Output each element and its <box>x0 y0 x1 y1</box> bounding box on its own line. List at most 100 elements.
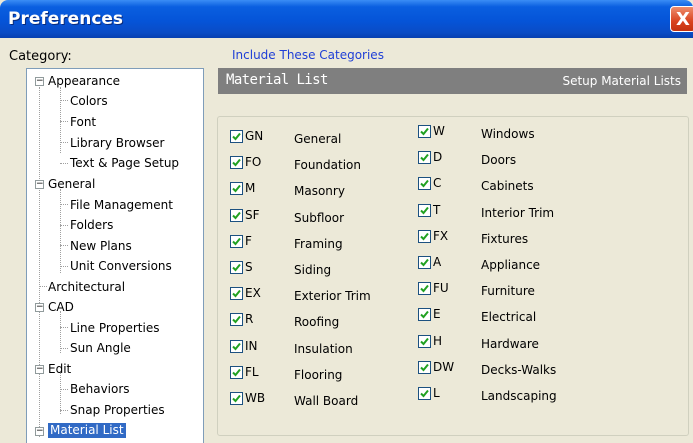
checkmark-icon <box>232 289 241 298</box>
tree-node-snap-properties[interactable]: Snap Properties <box>70 403 165 418</box>
tree-branch-line <box>60 372 61 414</box>
checkbox-code: IN <box>245 339 258 353</box>
category-name: General <box>294 132 342 146</box>
checkmark-icon <box>232 263 241 272</box>
expand-toggle-edit[interactable]: − <box>35 365 44 374</box>
checkbox-code: H <box>433 334 443 348</box>
tree-node-colors[interactable]: Colors <box>70 94 108 109</box>
tree-branch-line <box>60 189 61 273</box>
checkbox-box[interactable] <box>418 256 431 269</box>
checkbox-box[interactable] <box>418 230 431 243</box>
checkbox-box[interactable] <box>230 313 243 326</box>
checkbox-box[interactable] <box>418 204 431 217</box>
tree-node-font[interactable]: Font <box>70 115 96 130</box>
tree-node-cad[interactable]: CAD <box>48 300 74 315</box>
checkbox-box[interactable] <box>230 287 243 300</box>
checkbox-code: R <box>245 312 254 326</box>
checkbox-box[interactable] <box>418 361 431 374</box>
category-name: Masonry <box>294 184 345 198</box>
checkbox-box[interactable] <box>418 387 431 400</box>
tree-node-general[interactable]: General <box>48 177 95 192</box>
checkbox-box[interactable] <box>230 209 243 222</box>
tree-node-edit[interactable]: Edit <box>48 362 71 377</box>
checkbox-box[interactable] <box>230 366 243 379</box>
checkbox-box[interactable] <box>418 151 431 164</box>
category-name: Cabinets <box>481 179 534 193</box>
category-label: Category: <box>9 49 72 64</box>
tree-node-behaviors[interactable]: Behaviors <box>70 382 130 397</box>
category-name: Wall Board <box>294 394 359 408</box>
checkbox-code: EX <box>245 286 261 300</box>
checkbox-box[interactable] <box>230 235 243 248</box>
checkmark-icon <box>232 158 241 167</box>
checkbox-box[interactable] <box>230 340 243 353</box>
checkbox-code: M <box>245 181 256 195</box>
category-name: Windows <box>481 127 535 141</box>
tree-node-text-page-setup[interactable]: Text & Page Setup <box>70 156 179 171</box>
category-name: Insulation <box>294 342 353 356</box>
checkmark-icon <box>420 310 429 319</box>
category-name: Interior Trim <box>481 206 555 220</box>
expand-toggle-general[interactable]: − <box>35 180 44 189</box>
tree-node-file-management[interactable]: File Management <box>70 198 173 213</box>
category-name: Hardware <box>481 337 539 351</box>
group-label: Include These Categories <box>230 48 386 62</box>
checkbox-box[interactable] <box>230 392 243 405</box>
checkmark-icon <box>232 342 241 351</box>
expand-toggle-material-list[interactable]: − <box>35 427 44 436</box>
checkmark-icon <box>420 153 429 162</box>
checkbox-box[interactable] <box>418 177 431 190</box>
checkbox-code: F <box>245 234 252 248</box>
checkbox-box[interactable] <box>418 125 431 138</box>
checkbox-code: FU <box>433 281 449 295</box>
tree-node-material-list[interactable]: Material List <box>48 423 126 438</box>
checkbox-code: D <box>433 150 443 164</box>
tree-node-unit-conversions[interactable]: Unit Conversions <box>70 259 172 274</box>
checkbox-box[interactable] <box>230 156 243 169</box>
checkbox-box[interactable] <box>418 308 431 321</box>
tree-connector <box>60 142 68 143</box>
tree-node-architectural[interactable]: Architectural <box>48 280 125 295</box>
tree-node-new-plans[interactable]: New Plans <box>70 239 132 254</box>
checkbox-code: GN <box>245 129 264 143</box>
checkmark-icon <box>420 206 429 215</box>
tree-node-sun-angle[interactable]: Sun Angle <box>70 341 131 356</box>
tree-connector <box>60 348 68 349</box>
tree-node-folders[interactable]: Folders <box>70 218 113 233</box>
checkbox-code: L <box>433 386 440 400</box>
checkmark-icon <box>420 389 429 398</box>
checkmark-icon <box>232 368 241 377</box>
expand-toggle-cad[interactable]: − <box>35 303 44 312</box>
expand-toggle-appearance[interactable]: − <box>35 77 44 86</box>
tree-node-line-properties[interactable]: Line Properties <box>70 321 159 336</box>
checkbox-code: T <box>433 203 441 217</box>
category-name: Roofing <box>294 315 340 329</box>
category-tree[interactable]: − Appearance Colors Font Library Browser… <box>26 68 204 443</box>
checkbox-code: FX <box>433 229 449 243</box>
checkbox-code: WB <box>245 391 266 405</box>
checkbox-code: S <box>245 260 253 274</box>
checkbox-box[interactable] <box>418 282 431 295</box>
category-name: Decks-Walks <box>481 363 557 377</box>
checkmark-icon <box>232 315 241 324</box>
checkbox-box[interactable] <box>418 335 431 348</box>
close-button[interactable]: X <box>670 6 693 32</box>
checkmark-icon <box>232 184 241 193</box>
tree-branch-line <box>60 311 61 353</box>
checkmark-icon <box>420 127 429 136</box>
checkbox-box[interactable] <box>230 182 243 195</box>
tree-node-library-browser[interactable]: Library Browser <box>70 136 164 151</box>
tree-connector <box>60 225 68 226</box>
tree-connector <box>60 410 68 411</box>
checkmark-icon <box>232 132 241 141</box>
category-name: Exterior Trim <box>294 289 371 303</box>
tree-connector <box>60 245 68 246</box>
category-name: Doors <box>481 153 517 167</box>
title-bar[interactable]: Preferences X <box>0 0 693 38</box>
tree-node-appearance[interactable]: Appearance <box>48 74 120 89</box>
tree-connector <box>60 327 68 328</box>
category-name: Subfloor <box>294 211 345 225</box>
checkmark-icon <box>420 363 429 372</box>
checkbox-box[interactable] <box>230 130 243 143</box>
checkbox-box[interactable] <box>230 261 243 274</box>
